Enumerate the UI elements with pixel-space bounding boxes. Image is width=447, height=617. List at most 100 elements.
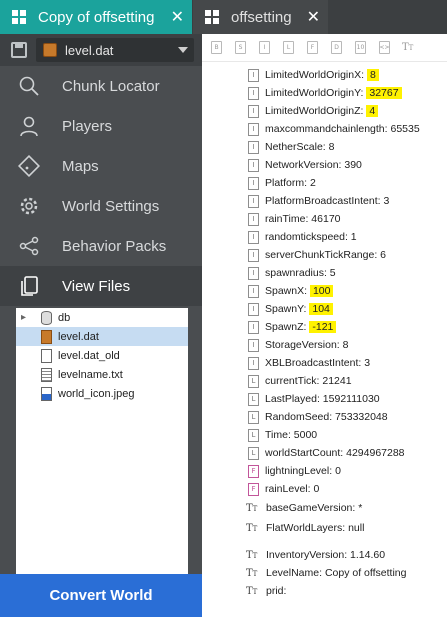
property-row[interactable]: L RandomSeed: 753332048 — [202, 408, 447, 426]
sidebar-item-label: Behavior Packs — [62, 237, 167, 255]
sidebar-item-behavior-packs[interactable]: Behavior Packs — [0, 226, 202, 266]
add-string-tag-button[interactable]: TT — [402, 42, 413, 53]
file-select[interactable]: level.dat — [36, 38, 194, 62]
property-value[interactable]: 32767 — [366, 87, 402, 99]
close-icon[interactable]: ✕ — [171, 7, 184, 27]
property-value[interactable]: 6 — [380, 249, 386, 261]
property-row[interactable]: I Platform: 2 — [202, 174, 447, 192]
property-row[interactable]: L Time: 5000 — [202, 426, 447, 444]
property-row[interactable]: LworldStartCount: 4294967288 — [202, 444, 447, 462]
property-value[interactable]: 5000 — [294, 429, 317, 441]
property-key: spawnradius: — [265, 267, 330, 279]
int-tag-icon: I — [248, 176, 259, 190]
property-row[interactable]: LcurrentTick: 21241 — [202, 372, 447, 390]
property-key: PlatformBroadcastIntent: — [265, 195, 384, 207]
property-row[interactable]: IrainTime: 46170 — [202, 210, 447, 228]
property-value[interactable]: 2 — [310, 177, 316, 189]
property-row[interactable]: L LastPlayed: 1592111030 — [202, 390, 447, 408]
property-row[interactable]: Irandomtickspeed: 1 — [202, 228, 447, 246]
property-row[interactable]: I SpawnY: 104 — [202, 300, 447, 318]
add-double-tag-button[interactable]: D — [331, 41, 342, 54]
property-value[interactable]: 8 — [329, 141, 335, 153]
add-float-tag-button[interactable]: F — [307, 41, 318, 54]
file-bar: level.dat — [0, 34, 202, 66]
sidebar-item-players[interactable]: Players — [0, 106, 202, 146]
property-value[interactable]: 3 — [383, 195, 389, 207]
tree-item-level-dat-old[interactable]: level.dat_old — [16, 346, 188, 365]
property-row[interactable]: I XBLBroadcastIntent: 3 — [202, 354, 447, 372]
property-row[interactable]: Imaxcommandchainlength: 65535 — [202, 120, 447, 138]
tab-offsetting[interactable]: offsetting ✕ — [193, 0, 328, 34]
property-row[interactable]: TT LevelName: Copy of offsetting — [202, 564, 447, 582]
tree-item-levelname-txt[interactable]: levelname.txt — [16, 365, 188, 384]
tree-item-world-icon[interactable]: world_icon.jpeg — [16, 384, 188, 403]
property-row[interactable]: I SpawnZ: -121 — [202, 318, 447, 336]
property-value[interactable]: 46170 — [311, 213, 340, 225]
property-value[interactable]: 8 — [343, 339, 349, 351]
property-value[interactable]: 8 — [366, 69, 379, 81]
convert-world-button[interactable]: Convert World — [0, 574, 202, 617]
property-row[interactable]: I NetworkVersion: 390 — [202, 156, 447, 174]
property-value[interactable]: 1592111030 — [323, 393, 380, 405]
property-row[interactable]: I SpawnX: 100 — [202, 282, 447, 300]
tree-item-level-dat[interactable]: level.dat — [16, 327, 188, 346]
tab-label: Copy of offsetting — [38, 8, 155, 26]
property-row[interactable]: I StorageVersion: 8 — [202, 336, 447, 354]
property-value[interactable]: 65535 — [390, 123, 419, 135]
property-value[interactable]: 390 — [344, 159, 362, 171]
int-tag-icon: I — [248, 158, 259, 172]
property-row[interactable]: TT baseGameVersion: * — [202, 498, 447, 518]
property-row[interactable]: Ispawnradius: 5 — [202, 264, 447, 282]
property-value[interactable]: -121 — [309, 321, 337, 333]
add-byte-array-tag-button[interactable]: 10 — [355, 41, 366, 54]
sidebar-item-maps[interactable]: Maps — [0, 146, 202, 186]
property-row[interactable]: I LimitedWorldOriginY: 32767 — [202, 84, 447, 102]
add-long-tag-button[interactable]: L — [283, 41, 294, 54]
property-value[interactable]: 21241 — [322, 375, 351, 387]
save-icon[interactable] — [11, 42, 27, 58]
property-value[interactable]: 1 — [351, 231, 357, 243]
add-int-tag-button[interactable]: I — [259, 41, 270, 54]
property-value[interactable]: 104 — [309, 303, 333, 315]
tab-copy-of-offsetting[interactable]: Copy of offsetting ✕ — [0, 0, 192, 34]
property-row[interactable]: I PlatformBroadcastIntent: 3 — [202, 192, 447, 210]
property-key: randomtickspeed: — [265, 231, 351, 243]
property-value[interactable]: 0 — [335, 465, 341, 477]
int-tag-icon: I — [248, 338, 259, 352]
tree-item-label: levelname.txt — [58, 368, 123, 381]
property-row[interactable]: TT prid: — [202, 582, 447, 600]
property-value[interactable]: 1.14.60 — [350, 549, 385, 561]
tree-item-db[interactable]: ▸ db — [16, 308, 188, 327]
int-tag-icon: I — [248, 248, 259, 262]
property-value[interactable]: * — [358, 502, 362, 514]
property-value[interactable]: 753332048 — [335, 411, 388, 423]
property-value[interactable]: 4294967288 — [346, 447, 404, 459]
property-row[interactable]: I NetherScale: 8 — [202, 138, 447, 156]
property-value[interactable]: Copy of offsetting — [325, 567, 407, 579]
property-value[interactable]: 100 — [309, 285, 334, 297]
chevron-down-icon — [178, 47, 188, 53]
int-tag-icon: I — [248, 194, 259, 208]
property-row[interactable]: I LimitedWorldOriginX: 8 — [202, 66, 447, 84]
add-byte-tag-button[interactable]: B — [211, 41, 222, 54]
property-row[interactable]: IserverChunkTickRange: 6 — [202, 246, 447, 264]
property-row[interactable]: I LimitedWorldOriginZ: 4 — [202, 102, 447, 120]
property-value[interactable]: 5 — [330, 267, 336, 279]
property-row[interactable]: FlightningLevel: 0 — [202, 462, 447, 480]
property-value[interactable]: 3 — [364, 357, 370, 369]
sidebar-item-view-files[interactable]: View Files — [0, 266, 202, 306]
property-row[interactable]: TT InventoryVersion: 1.14.60 — [202, 546, 447, 564]
sidebar-item-world-settings[interactable]: World Settings — [0, 186, 202, 226]
property-key: serverChunkTickRange: — [265, 249, 381, 261]
property-value[interactable]: 4 — [366, 105, 379, 117]
chevron-right-icon[interactable]: ▸ — [21, 312, 26, 323]
add-compound-tag-button[interactable]: <> — [379, 41, 390, 54]
close-icon[interactable]: ✕ — [307, 7, 320, 27]
property-value[interactable]: null — [348, 522, 364, 534]
property-row[interactable]: FrainLevel: 0 — [202, 480, 447, 498]
property-row[interactable]: TT FlatWorldLayers: null — [202, 518, 447, 538]
add-short-tag-button[interactable]: S — [235, 41, 246, 54]
property-key: Platform: — [265, 177, 310, 189]
sidebar-item-chunk-locator[interactable]: Chunk Locator — [0, 66, 202, 106]
property-value[interactable]: 0 — [313, 483, 319, 495]
